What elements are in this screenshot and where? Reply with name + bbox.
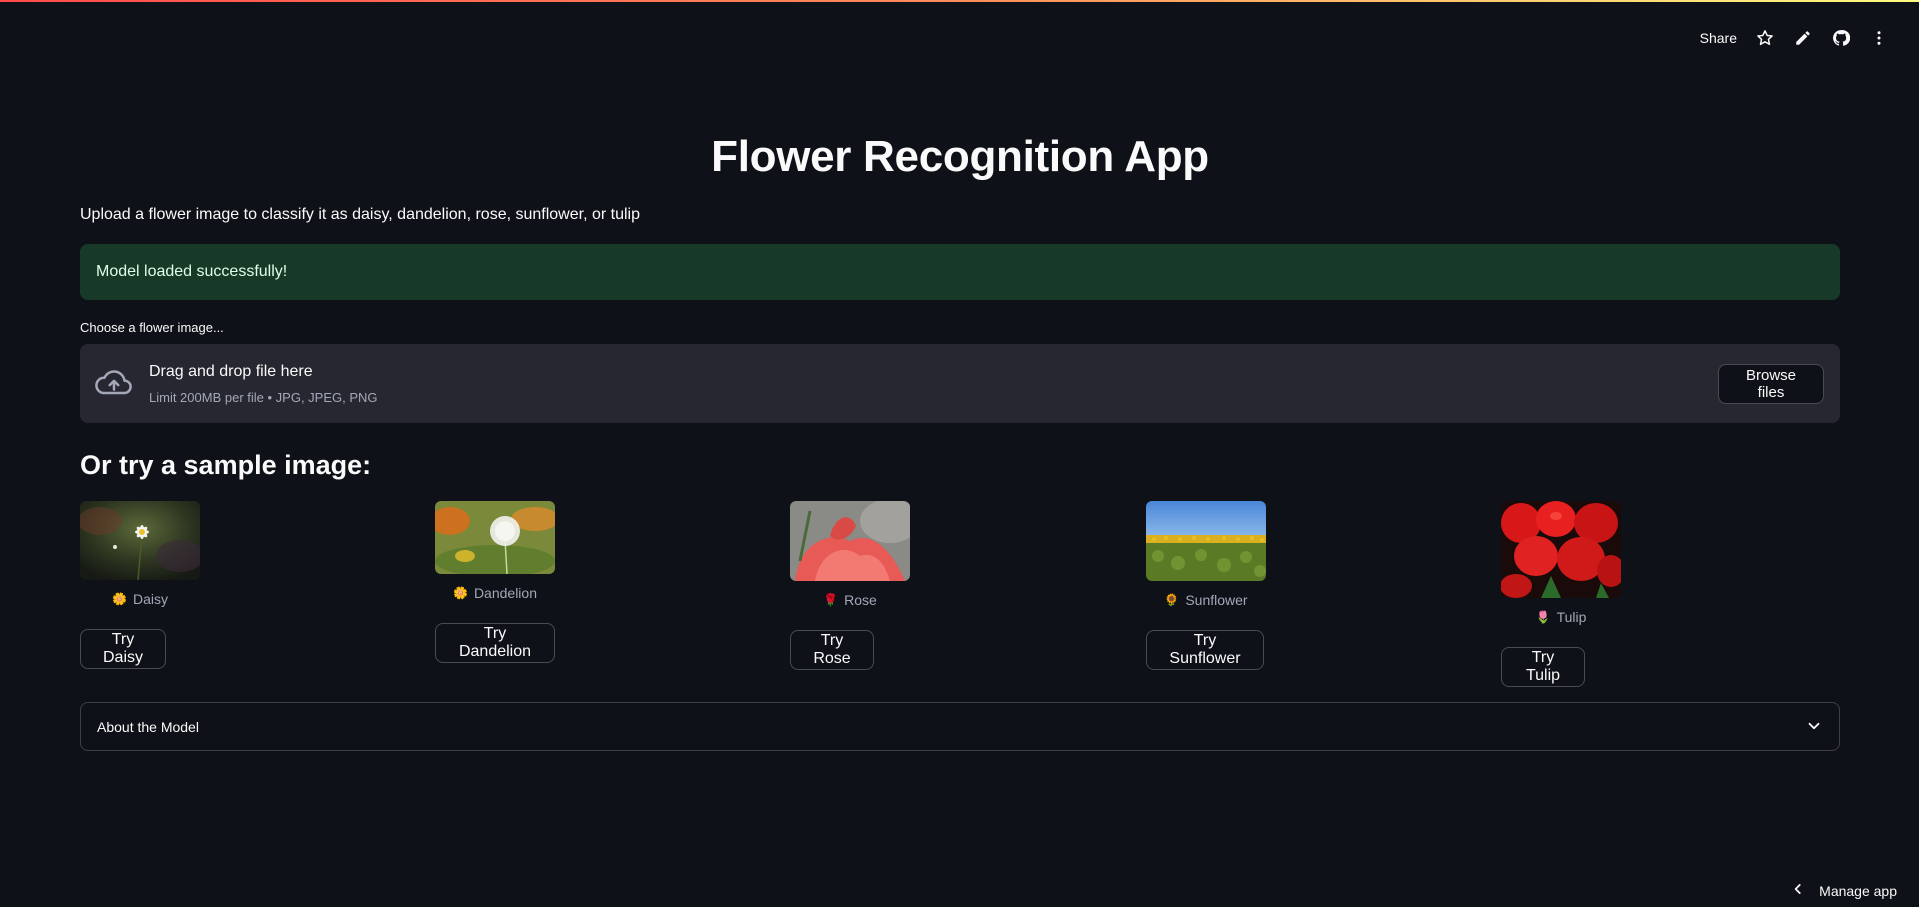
file-uploader-dropzone[interactable]: Drag and drop file here Limit 200MB per … [80,344,1840,423]
more-vertical-icon[interactable] [1869,28,1889,48]
manage-app-button[interactable]: Manage app [1791,882,1897,899]
tulip-label: Tulip [1556,609,1587,625]
samples-heading: Or try a sample image: [80,450,372,480]
try-dandelion-button[interactable]: Try Dandelion [435,623,555,663]
file-limit-text: Limit 200MB per file • JPG, JPEG, PNG [149,390,378,405]
browse-files-button[interactable]: Browse files [1718,364,1824,404]
tulip-image [1501,501,1621,598]
try-rose-button[interactable]: Try Rose [790,630,874,670]
uploader-label: Choose a flower image... [80,320,224,335]
success-alert: Model loaded successfully! [80,244,1840,300]
daisy-image [80,501,200,580]
star-icon[interactable] [1755,28,1775,48]
try-daisy-button[interactable]: Try Daisy [80,629,166,669]
rose-caption: 🌹 Rose [790,592,910,608]
rose-image [790,501,910,581]
chevron-down-icon [1805,717,1823,735]
dandelion-label: Dandelion [473,585,537,601]
rose-label: Rose [844,592,877,608]
github-icon[interactable] [1831,28,1851,48]
sunflower-caption: 🌻 Sunflower [1146,592,1266,608]
rose-emoji: 🌹 [823,593,839,607]
chevron-left-icon [1791,882,1805,899]
try-sunflower-button[interactable]: Try Sunflower [1146,630,1264,670]
daisy-label: Daisy [132,591,168,607]
about-model-expander[interactable]: About the Model [80,702,1840,751]
app-toolbar: Share [1700,26,1889,50]
top-decoration-bar [0,0,1919,2]
success-alert-text: Model loaded successfully! [96,263,288,280]
expander-label: About the Model [97,718,199,735]
daisy-caption: 🌼 Daisy [80,591,200,607]
sunflower-emoji: 🌻 [1164,593,1180,607]
try-tulip-button[interactable]: Try Tulip [1501,647,1585,687]
drag-drop-text: Drag and drop file here [149,363,313,380]
sunflower-label: Sunflower [1185,592,1248,608]
cloud-upload-icon [95,366,133,400]
page-subtitle: Upload a flower image to classify it as … [80,206,640,223]
dandelion-emoji: 🌼 [452,586,468,600]
dandelion-image [435,501,555,574]
tulip-emoji: 🌷 [1535,610,1551,624]
dandelion-caption: 🌼 Dandelion [435,585,555,601]
daisy-emoji: 🌼 [112,592,127,606]
share-button[interactable]: Share [1700,30,1737,46]
tulip-caption: 🌷 Tulip [1501,609,1621,625]
sunflower-image [1146,501,1266,581]
manage-app-label: Manage app [1819,882,1897,899]
pencil-icon[interactable] [1793,28,1813,48]
page-title: Flower Recognition App [711,132,1209,181]
